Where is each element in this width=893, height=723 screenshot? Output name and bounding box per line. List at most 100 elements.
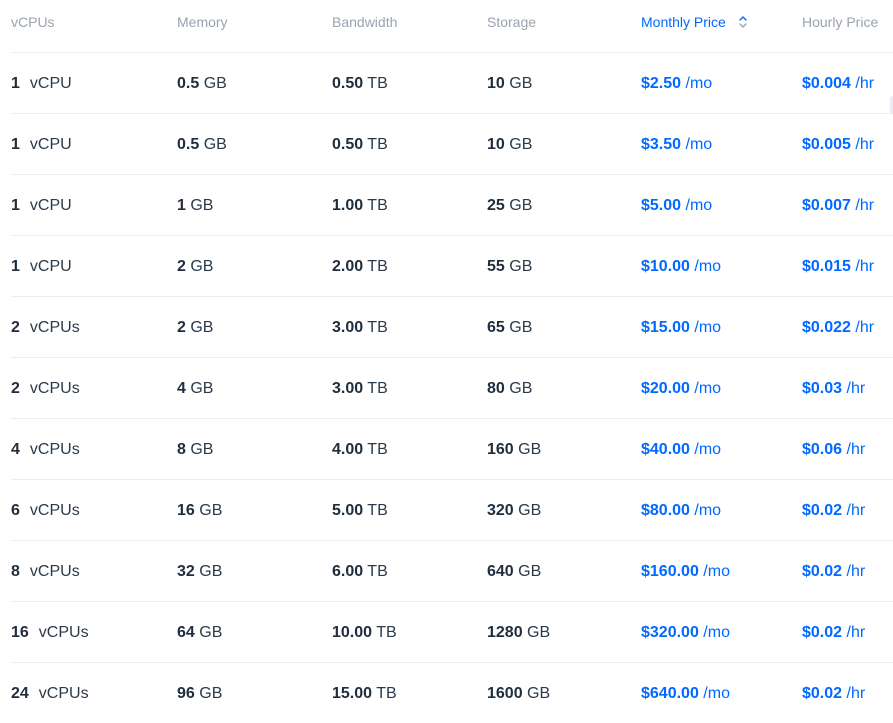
storage-value: 10 (487, 136, 505, 153)
vcpu-cell: 1 vCPU (11, 257, 72, 277)
header-bandwidth[interactable]: Bandwidth (332, 14, 397, 30)
bandwidth-unit: TB (367, 502, 388, 519)
monthly-price-value: $160.00 (641, 563, 699, 580)
hourly-price-cell: $0.02 /hr (802, 501, 865, 521)
memory-value: 0.5 (177, 136, 200, 153)
vcpu-unit: vCPUs (29, 563, 80, 580)
vcpu-count: 1 (11, 258, 20, 275)
storage-cell: 10 GB (487, 74, 532, 94)
storage-value: 80 (487, 380, 505, 397)
storage-cell: 65 GB (487, 318, 532, 338)
monthly-price-cell: $320.00 /mo (641, 623, 730, 643)
memory-unit: GB (190, 319, 214, 336)
bandwidth-unit: TB (367, 319, 388, 336)
table-row[interactable]: 24 vCPUs 96 GB 15.00 TB 1600 GB $640.00 /mo $0… (11, 663, 893, 723)
bandwidth-value: 3.00 (332, 380, 364, 397)
storage-value: 1600 (487, 685, 523, 702)
monthly-price-unit: /mo (685, 197, 713, 214)
table-row[interactable]: 1 vCPU 2 GB 2.00 TB 55 GB $10.00 /mo $0.015 /h… (11, 236, 893, 297)
bandwidth-value: 6.00 (332, 563, 364, 580)
table-row[interactable]: 16 vCPUs 64 GB 10.00 TB 1280 GB $320.00 /mo $0… (11, 602, 893, 663)
bandwidth-value: 4.00 (332, 441, 364, 458)
bandwidth-cell: 4.00 TB (332, 440, 388, 460)
monthly-price-value: $2.50 (641, 75, 682, 92)
hourly-price-cell: $0.005 /hr (802, 135, 874, 155)
monthly-price-value: $640.00 (641, 685, 699, 702)
storage-unit: GB (527, 624, 551, 641)
monthly-price-cell: $3.50 /mo (641, 135, 712, 155)
header-monthly-price[interactable]: Monthly Price (641, 14, 748, 30)
hourly-price-unit: /hr (846, 502, 866, 519)
table-row[interactable]: 4 vCPUs 8 GB 4.00 TB 160 GB $40.00 /mo $0.06 /… (11, 419, 893, 480)
bandwidth-value: 15.00 (332, 685, 373, 702)
storage-value: 25 (487, 197, 505, 214)
storage-unit: GB (518, 441, 542, 458)
sort-up-down-icon[interactable] (738, 14, 748, 30)
storage-value: 55 (487, 258, 505, 275)
storage-value: 640 (487, 563, 514, 580)
hourly-price-value: $0.06 (802, 441, 843, 458)
bandwidth-cell: 0.50 TB (332, 135, 388, 155)
monthly-price-unit: /mo (694, 441, 722, 458)
vcpu-unit: vCPUs (38, 685, 89, 702)
bandwidth-unit: TB (367, 441, 388, 458)
bandwidth-cell: 5.00 TB (332, 501, 388, 521)
table-row[interactable]: 1 vCPU 1 GB 1.00 TB 25 GB $5.00 /mo $0.007 /hr (11, 175, 893, 236)
bandwidth-cell: 0.50 TB (332, 74, 388, 94)
storage-value: 65 (487, 319, 505, 336)
monthly-price-unit: /mo (703, 624, 730, 641)
hourly-price-cell: $0.03 /hr (802, 379, 865, 399)
memory-value: 32 (177, 563, 195, 580)
hourly-price-cell: $0.06 /hr (802, 440, 865, 460)
header-hourly-price[interactable]: Hourly Price (802, 14, 878, 30)
hourly-price-value: $0.005 (802, 136, 851, 153)
monthly-price-value: $5.00 (641, 197, 682, 214)
vcpu-unit: vCPUs (29, 380, 80, 397)
bandwidth-cell: 15.00 TB (332, 684, 397, 704)
bandwidth-value: 1.00 (332, 197, 364, 214)
monthly-price-cell: $640.00 /mo (641, 684, 730, 704)
header-monthly-price-label: Monthly Price (641, 14, 726, 30)
table-row[interactable]: 2 vCPUs 4 GB 3.00 TB 80 GB $20.00 /mo $0.03 /h… (11, 358, 893, 419)
memory-value: 2 (177, 258, 186, 275)
monthly-price-cell: $80.00 /mo (641, 501, 721, 521)
vcpu-cell: 1 vCPU (11, 74, 72, 94)
memory-cell: 16 GB (177, 501, 222, 521)
bandwidth-value: 0.50 (332, 136, 364, 153)
memory-value: 0.5 (177, 75, 200, 92)
vcpu-count: 4 (11, 441, 20, 458)
table-row[interactable]: 6 vCPUs 16 GB 5.00 TB 320 GB $80.00 /mo $0.02 … (11, 480, 893, 541)
table-row[interactable]: 8 vCPUs 32 GB 6.00 TB 640 GB $160.00 /mo $0.02… (11, 541, 893, 602)
table-row[interactable]: 1 vCPU 0.5 GB 0.50 TB 10 GB $2.50 /mo $0.004 /… (11, 53, 893, 114)
header-storage[interactable]: Storage (487, 14, 536, 30)
hourly-price-value: $0.007 (802, 197, 851, 214)
memory-cell: 96 GB (177, 684, 222, 704)
header-vcpus[interactable]: vCPUs (11, 14, 55, 30)
bandwidth-unit: TB (367, 136, 388, 153)
storage-cell: 1600 GB (487, 684, 550, 704)
storage-cell: 1280 GB (487, 623, 550, 643)
hourly-price-cell: $0.015 /hr (802, 257, 874, 277)
vcpu-unit: vCPU (29, 258, 72, 275)
hourly-price-value: $0.02 (802, 624, 843, 641)
memory-cell: 2 GB (177, 257, 213, 277)
hourly-price-unit: /hr (846, 380, 866, 397)
hourly-price-cell: $0.02 /hr (802, 684, 865, 704)
storage-unit: GB (509, 136, 533, 153)
storage-cell: 55 GB (487, 257, 532, 277)
monthly-price-value: $320.00 (641, 624, 699, 641)
vcpu-cell: 1 vCPU (11, 135, 72, 155)
monthly-price-unit: /mo (703, 685, 730, 702)
header-memory[interactable]: Memory (177, 14, 228, 30)
vcpu-cell: 2 vCPUs (11, 379, 80, 399)
table-row[interactable]: 1 vCPU 0.5 GB 0.50 TB 10 GB $3.50 /mo $0.005 /… (11, 114, 893, 175)
bandwidth-cell: 2.00 TB (332, 257, 388, 277)
table-row[interactable]: 2 vCPUs 2 GB 3.00 TB 65 GB $15.00 /mo $0.022 /… (11, 297, 893, 358)
monthly-price-value: $40.00 (641, 441, 690, 458)
vcpu-cell: 2 vCPUs (11, 318, 80, 338)
hourly-price-value: $0.02 (802, 563, 843, 580)
bandwidth-cell: 10.00 TB (332, 623, 397, 643)
storage-cell: 80 GB (487, 379, 532, 399)
bandwidth-unit: TB (367, 563, 388, 580)
monthly-price-value: $15.00 (641, 319, 690, 336)
